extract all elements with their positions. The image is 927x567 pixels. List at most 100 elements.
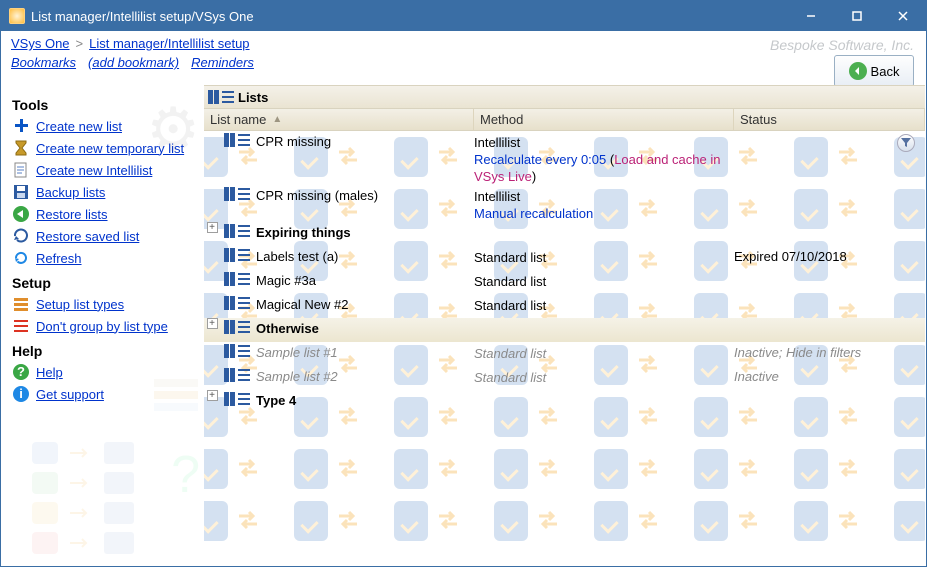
restore-saved-icon (12, 227, 30, 245)
filter-icon[interactable] (897, 134, 915, 152)
column-header-name[interactable]: List name ▲ (204, 109, 474, 130)
window-title: List manager/Intellilist setup/VSys One (31, 9, 788, 24)
list-row-icon (220, 342, 256, 363)
sidebar-setup-list-types[interactable]: Setup list types (12, 293, 196, 315)
save-icon (12, 183, 30, 201)
plus-icon (12, 117, 30, 135)
column-header-method[interactable]: Method (474, 109, 734, 130)
setup-heading: Setup (12, 275, 196, 291)
app-icon (9, 8, 25, 24)
row-name: CPR missing (256, 131, 474, 149)
group-row[interactable]: + Expiring things (204, 222, 925, 246)
row-method: Standard list (474, 246, 734, 266)
row-name: Magical New #2 (256, 294, 474, 312)
row-name: CPR missing (males) (256, 185, 474, 203)
group-row[interactable]: + Type 4 (204, 390, 925, 414)
list-row-icon (220, 390, 256, 411)
sort-asc-icon: ▲ (272, 114, 282, 125)
reminders-link[interactable]: Reminders (191, 55, 254, 70)
list-types-icon (12, 295, 30, 313)
help-heading: Help (12, 343, 196, 359)
group-row[interactable]: + Otherwise (204, 318, 925, 342)
row-status: Inactive (734, 366, 925, 384)
list-row[interactable]: Magical New #2Standard list (204, 294, 925, 318)
lists-header-icon (208, 88, 236, 106)
row-method: IntellilistRecalculate every 0:05 (Load … (474, 131, 734, 185)
main-panel: Lists List name ▲ Method Status CPR miss… (204, 85, 925, 565)
list-row-icon (220, 294, 256, 315)
row-method: Standard list (474, 342, 734, 362)
sidebar-artwork (32, 435, 172, 555)
help-watermark-icon: ? (171, 445, 200, 505)
titlebar: List manager/Intellilist setup/VSys One (1, 1, 926, 31)
row-name: Magic #3a (256, 270, 474, 288)
breadcrumb-current[interactable]: List manager/Intellilist setup (89, 36, 249, 51)
row-status (734, 294, 925, 297)
back-arrow-icon (849, 62, 867, 80)
document-icon (12, 161, 30, 179)
hourglass-icon (12, 139, 30, 157)
svg-text:i: i (19, 386, 23, 401)
minimize-button[interactable] (788, 1, 834, 31)
panel-header: Lists (204, 85, 925, 109)
list-row-icon (220, 185, 256, 206)
list-row[interactable]: Sample list #2Standard listInactive (204, 366, 925, 390)
list-row-icon (220, 131, 256, 152)
back-button[interactable]: Back (834, 55, 914, 87)
ungroup-icon (12, 317, 30, 335)
list-row[interactable]: Magic #3aStandard list (204, 270, 925, 294)
add-bookmark-link[interactable]: (add bookmark) (88, 55, 179, 70)
back-button-label: Back (871, 64, 900, 79)
list-row[interactable]: Labels test (a)Standard listExpired 07/1… (204, 246, 925, 270)
tree-expander[interactable]: + (204, 222, 220, 233)
breadcrumb-sep: > (76, 36, 84, 51)
setup-watermark-icon (152, 375, 200, 418)
branding-text: Bespoke Software, Inc. (770, 37, 914, 53)
maximize-button[interactable] (834, 1, 880, 31)
tree-expander[interactable]: + (204, 318, 220, 329)
row-status: Expired 07/10/2018 (734, 246, 925, 264)
list-row-icon (220, 270, 256, 291)
help-icon: ? (12, 363, 30, 381)
list-row-icon (220, 366, 256, 387)
breadcrumb-root[interactable]: VSys One (11, 36, 70, 51)
sidebar-restore-saved-list[interactable]: Restore saved list (12, 225, 196, 247)
row-method: IntellilistManual recalculation (474, 185, 734, 222)
row-name: Sample list #2 (256, 366, 474, 384)
tree-expander[interactable]: + (204, 390, 220, 401)
row-status (734, 270, 925, 273)
row-name: Type 4 (256, 390, 474, 408)
list-row[interactable]: Sample list #1Standard listInactive; Hid… (204, 342, 925, 366)
row-method: Standard list (474, 294, 734, 314)
list-row-icon (220, 318, 256, 339)
column-header-status[interactable]: Status (734, 109, 925, 130)
panel-title: Lists (238, 90, 268, 105)
list-row[interactable]: CPR missing (males)IntellilistManual rec… (204, 185, 925, 222)
sidebar-dont-group-by-list-type[interactable]: Don't group by list type (12, 315, 196, 337)
sidebar-backup-lists[interactable]: Backup lists (12, 181, 196, 203)
info-icon: i (12, 385, 30, 403)
gear-watermark-icon: ⚙ (146, 95, 200, 165)
list-row[interactable]: CPR missingIntellilistRecalculate every … (204, 131, 925, 185)
list-rows-container: CPR missingIntellilistRecalculate every … (204, 131, 925, 414)
refresh-icon (12, 249, 30, 267)
row-status: Inactive; Hide in filters (734, 342, 925, 360)
row-status (734, 185, 925, 188)
row-name: Otherwise (256, 318, 474, 336)
row-name: Sample list #1 (256, 342, 474, 360)
row-name: Labels test (a) (256, 246, 474, 264)
row-name: Expiring things (256, 222, 474, 240)
sidebar-restore-lists[interactable]: Restore lists (12, 203, 196, 225)
restore-arrow-icon (12, 205, 30, 223)
svg-text:?: ? (17, 364, 25, 379)
close-button[interactable] (880, 1, 926, 31)
column-header-row: List name ▲ Method Status (204, 109, 925, 131)
bookmarks-link[interactable]: Bookmarks (11, 55, 76, 70)
sidebar-refresh[interactable]: Refresh (12, 247, 196, 269)
sidebar: ⚙ Tools Create new list Create new tempo… (2, 85, 204, 565)
row-status (734, 131, 925, 134)
row-method: Standard list (474, 270, 734, 290)
top-links: Bookmarks (add bookmark) Reminders (1, 51, 926, 76)
list-row-icon (220, 222, 256, 243)
list-row-icon (220, 246, 256, 267)
